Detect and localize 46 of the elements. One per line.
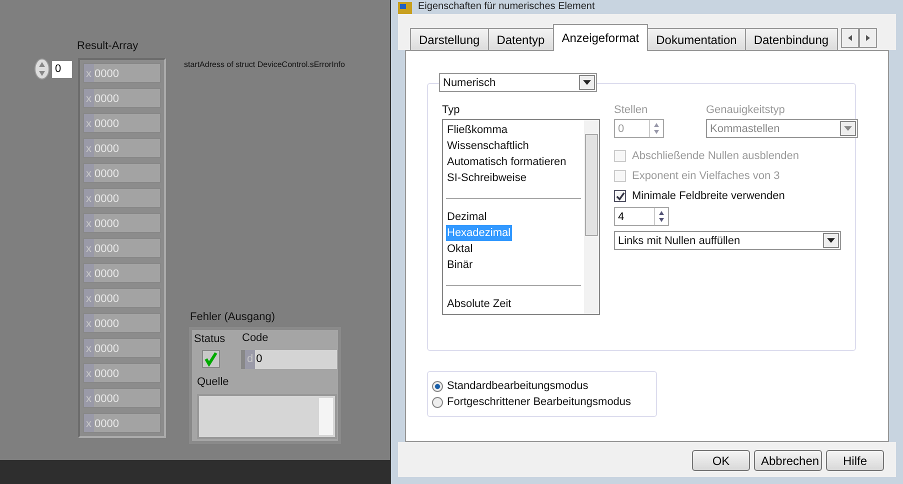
checkbox-label: Exponent ein Vielfaches von 3 — [632, 170, 780, 182]
dialog-button[interactable]: Abbrechen — [754, 450, 822, 471]
type-label: Typ — [442, 104, 461, 116]
tab[interactable]: Datentyp — [488, 28, 554, 50]
radio-button[interactable] — [432, 380, 443, 392]
cluster-label: Fehler (Ausgang) — [190, 311, 275, 323]
comment-text: startAdress of struct DeviceControl.sErrorInfo — [184, 60, 345, 69]
array-label: Result-Array — [77, 40, 138, 52]
dropdown-arrow-icon — [583, 80, 591, 85]
radio-label: Fortgeschrittener Bearbeitungsmodus — [447, 396, 632, 408]
digits-label: Stellen — [614, 104, 649, 116]
index-field[interactable]: 0 — [52, 60, 72, 78]
app-icon — [398, 2, 412, 14]
dialog-button[interactable]: OK — [692, 450, 750, 471]
list-item[interactable]: Binär — [446, 257, 474, 273]
status-label: Status — [194, 333, 226, 345]
tab-scroll-arrows-icon[interactable] — [840, 28, 877, 48]
radio-button[interactable] — [432, 396, 443, 408]
checkbox[interactable] — [614, 190, 626, 202]
precision-label: Genauigkeitstyp — [706, 104, 786, 116]
tab[interactable]: Dokumentation — [647, 28, 746, 50]
tab[interactable]: Darstellung — [410, 28, 489, 50]
code-label: Code — [242, 332, 268, 344]
list-item[interactable]: SI-Schreibweise — [446, 170, 528, 186]
dialog-button[interactable]: Hilfe — [826, 450, 884, 471]
format-dropdown[interactable]: Numerisch — [439, 73, 597, 92]
list-item[interactable]: Automatisch formatieren — [446, 154, 568, 170]
checkbox-label: Abschließende Nullen ausblenden — [632, 150, 799, 162]
index-spinner-icon[interactable] — [34, 58, 50, 80]
tab[interactable]: Anzeigeformat — [552, 24, 648, 51]
dropdown-arrow-icon — [827, 238, 835, 243]
checkbox-label: Minimale Feldbreite verwenden — [632, 190, 785, 202]
tab[interactable]: Datenbindung — [744, 28, 838, 50]
scrollbar[interactable] — [319, 398, 333, 435]
list-item[interactable]: Fließkomma — [446, 122, 509, 138]
list-item[interactable]: Dezimal — [446, 209, 488, 225]
list-item[interactable]: Absolute Zeit — [446, 296, 512, 312]
radio-label: Standardbearbeitungsmodus — [447, 380, 588, 392]
source-label: Quelle — [197, 376, 229, 388]
padding-dropdown[interactable]: Links mit Nullen auffüllen — [614, 231, 841, 250]
list-item[interactable]: Wissenschaftlich — [446, 138, 530, 154]
list-item[interactable]: Oktal — [446, 241, 474, 257]
window-title: Eigenschaften für numerisches Element — [418, 0, 595, 14]
dropdown-arrow-icon — [844, 126, 852, 131]
width-spinbox[interactable]: 4 — [614, 207, 669, 226]
scrollbar[interactable] — [584, 120, 599, 314]
